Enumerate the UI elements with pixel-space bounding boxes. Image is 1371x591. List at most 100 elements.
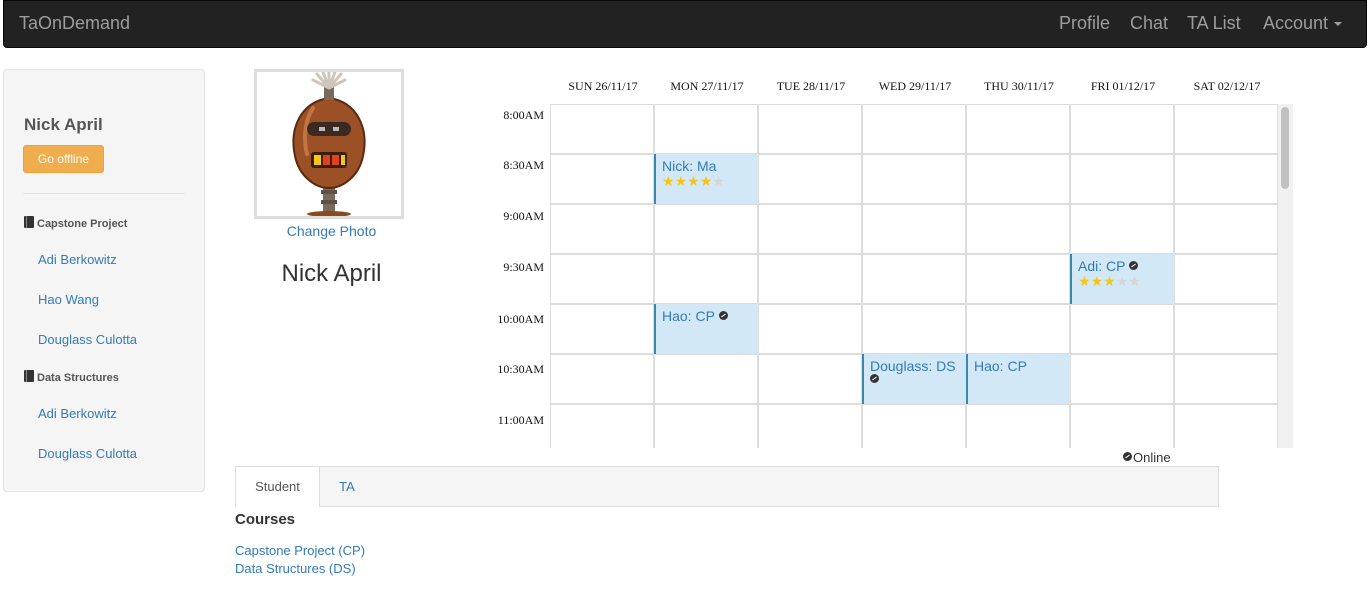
calendar-event[interactable]: Hao: CP	[966, 354, 1070, 404]
online-status-icon	[1129, 261, 1139, 270]
event-title: Douglass: DS	[870, 358, 956, 374]
calendar-slot[interactable]	[759, 355, 863, 405]
calendar-slot[interactable]	[1175, 155, 1278, 205]
change-photo-link[interactable]: Change Photo	[254, 223, 409, 239]
calendar-event[interactable]: Adi: CP ★★★★★	[1070, 254, 1174, 304]
calendar-slot[interactable]	[863, 155, 967, 205]
book-icon	[24, 370, 34, 382]
calendar-slot[interactable]	[551, 355, 655, 405]
time-label: 11:00AM	[497, 413, 544, 427]
event-status-row	[870, 374, 966, 386]
day-header: THU 30/11/17	[984, 79, 1054, 93]
robot-avatar-icon	[292, 68, 366, 217]
calendar-slot[interactable]	[759, 205, 863, 255]
calendar-scrollbar-thumb[interactable]	[1281, 107, 1289, 189]
brand-link[interactable]: TaOnDemand	[19, 13, 130, 34]
star-filled-icon: ★	[1103, 273, 1116, 289]
sidebar-contact-link[interactable]: Hao Wang	[38, 292, 99, 307]
sidebar-group-title: Data Structures	[37, 372, 119, 384]
calendar-slot[interactable]	[551, 305, 655, 355]
event-title: Nick: Ma	[662, 158, 717, 174]
calendar-slot[interactable]	[1175, 355, 1278, 405]
calendar-slot[interactable]	[759, 305, 863, 355]
event-title: Hao: CP	[662, 308, 758, 324]
calendar-slot[interactable]	[1175, 405, 1278, 448]
calendar-slot[interactable]	[1071, 205, 1175, 255]
sidebar-contact-link[interactable]: Adi Berkowitz	[38, 406, 117, 421]
calendar-slot[interactable]	[551, 105, 655, 155]
calendar-slot[interactable]	[1071, 355, 1175, 405]
sidebar-contact-link[interactable]: Douglass Culotta	[38, 332, 137, 347]
calendar-slot[interactable]	[863, 105, 967, 155]
legend-label: Online	[1133, 450, 1171, 465]
calendar-slot[interactable]	[863, 255, 967, 305]
sidebar-contact-link[interactable]: Douglass Culotta	[38, 446, 137, 461]
time-label: 10:00AM	[497, 312, 544, 326]
course-link[interactable]: Data Structures (DS)	[235, 561, 356, 576]
nav-account-dropdown[interactable]: Account	[1263, 13, 1343, 34]
calendar-slot[interactable]	[967, 155, 1071, 205]
sidebar-group-header: Capstone Project	[24, 216, 127, 230]
calendar-slot[interactable]	[1175, 305, 1278, 355]
star-filled-icon: ★	[674, 173, 688, 189]
calendar-slot[interactable]	[1071, 105, 1175, 155]
sidebar: Nick April Go offline Capstone Project A…	[3, 69, 205, 492]
calendar-slot[interactable]	[1175, 205, 1278, 255]
tab-student[interactable]: Student	[236, 467, 320, 507]
online-legend: Online	[1123, 450, 1171, 465]
calendar-slot[interactable]	[551, 255, 655, 305]
calendar-slot[interactable]	[863, 305, 967, 355]
sidebar-group-title: Capstone Project	[37, 218, 128, 230]
day-header: FRI 01/12/17	[1090, 79, 1156, 93]
calendar-slot[interactable]	[759, 105, 863, 155]
calendar-slot[interactable]	[863, 405, 967, 448]
calendar-slot[interactable]	[551, 405, 655, 448]
calendar-slot[interactable]	[655, 205, 759, 255]
calendar-slot[interactable]	[967, 205, 1071, 255]
calendar-slot[interactable]	[1071, 405, 1175, 448]
calendar-slot[interactable]	[655, 105, 759, 155]
calendar-slot[interactable]	[759, 255, 863, 305]
time-label: 9:30AM	[503, 260, 544, 274]
event-title: Adi: CP	[1078, 258, 1174, 274]
calendar-slot[interactable]	[967, 255, 1071, 305]
calendar-slot[interactable]	[1175, 105, 1278, 155]
event-title-text: Adi: CP	[1078, 258, 1126, 274]
course-link[interactable]: Capstone Project (CP)	[235, 543, 365, 558]
star-empty-icon: ★	[1115, 273, 1129, 289]
courses-heading: Courses	[235, 511, 296, 528]
caret-down-icon	[1334, 22, 1343, 27]
calendar-event[interactable]: Hao: CP	[654, 304, 758, 354]
calendar-slot[interactable]	[967, 405, 1071, 448]
online-status-icon	[718, 311, 728, 320]
calendar-slot[interactable]	[759, 155, 863, 205]
tab-ta[interactable]: TA	[320, 467, 374, 507]
sidebar-contact-link[interactable]: Adi Berkowitz	[38, 252, 117, 267]
calendar-slot[interactable]	[1071, 155, 1175, 205]
nav-chat-link[interactable]: Chat	[1130, 13, 1168, 34]
nav-profile-link[interactable]: Profile	[1059, 13, 1110, 34]
calendar-event[interactable]: Nick: Ma ★★★★★	[654, 154, 758, 204]
calendar-slot[interactable]	[655, 255, 759, 305]
nav-ta-list-link[interactable]: TA List	[1187, 13, 1241, 34]
time-label: 8:30AM	[503, 158, 544, 172]
calendar-slot[interactable]	[551, 155, 655, 205]
star-filled-icon: ★	[699, 173, 713, 189]
sidebar-group-header: Data Structures	[24, 370, 119, 384]
star-filled-icon: ★	[662, 173, 675, 189]
calendar-slot[interactable]	[967, 105, 1071, 155]
calendar-slot[interactable]	[655, 355, 759, 405]
online-status-icon	[1123, 452, 1132, 461]
calendar-slot[interactable]	[655, 405, 759, 448]
calendar-slot[interactable]	[551, 205, 655, 255]
sidebar-divider	[23, 193, 185, 194]
calendar-slot[interactable]	[1071, 305, 1175, 355]
star-filled-icon: ★	[687, 173, 700, 189]
calendar-slot[interactable]	[759, 405, 863, 448]
calendar-event[interactable]: Douglass: DS	[862, 354, 966, 404]
calendar-slot[interactable]	[967, 305, 1071, 355]
calendar-slot[interactable]	[1175, 255, 1278, 305]
calendar-slot[interactable]	[863, 205, 967, 255]
star-empty-icon: ★	[712, 173, 725, 189]
go-offline-button[interactable]: Go offline	[23, 145, 104, 173]
